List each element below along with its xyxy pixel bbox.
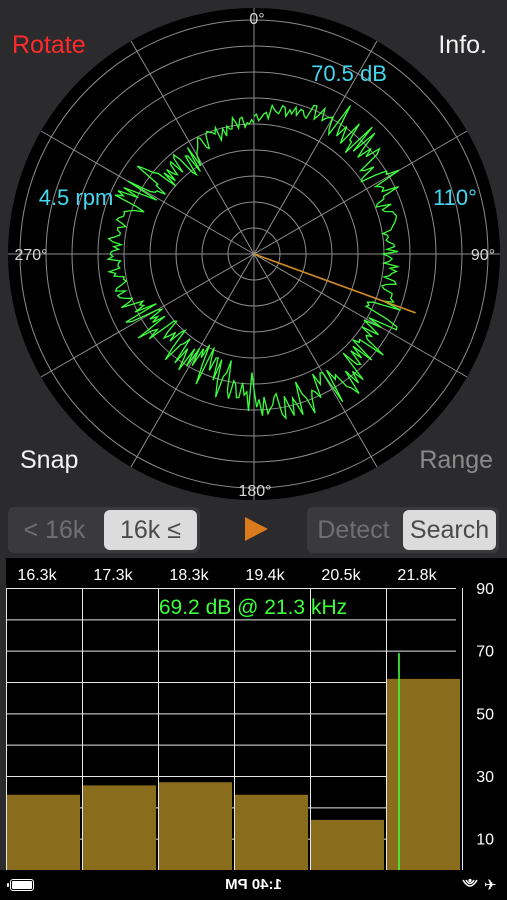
level-labels: 90 70 50 30 10 bbox=[476, 581, 494, 849]
sound-level-readout: 70.5 dB bbox=[311, 61, 387, 86]
frequency-label: 20.5k bbox=[321, 567, 361, 584]
frequency-label: 19.4k bbox=[245, 567, 285, 584]
spectrum-bar bbox=[311, 819, 384, 870]
angle-label-90: 90° bbox=[471, 247, 495, 264]
frequency-range-toggle: < 16k 16k ≤ bbox=[8, 507, 200, 553]
level-label: 30 bbox=[476, 769, 494, 786]
status-time: 1:40 PM bbox=[225, 876, 282, 893]
mode-toggle: Detect Search bbox=[307, 507, 499, 553]
airplane-icon: ✈ bbox=[484, 877, 497, 894]
wifi-icon bbox=[462, 878, 478, 887]
level-label: 70 bbox=[476, 644, 494, 661]
frequency-label: 21.8k bbox=[397, 567, 437, 584]
level-label: 50 bbox=[476, 706, 494, 723]
spectrum-bar bbox=[235, 794, 308, 870]
angle-label-180: 180° bbox=[238, 483, 271, 500]
polar-plot: 0° 90° 180° 270° 70.5 dB 4.5 rpm 110° bbox=[8, 8, 500, 500]
snap-button[interactable]: Snap bbox=[20, 446, 78, 475]
frequency-label: 16.3k bbox=[17, 567, 57, 584]
polar-plot-area: 0° 90° 180° 270° 70.5 dB 4.5 rpm 110° Ro… bbox=[0, 0, 507, 505]
play-triangle-icon[interactable] bbox=[241, 514, 271, 544]
angle-label-0: 0° bbox=[249, 11, 264, 28]
above-16k-option[interactable]: 16k ≤ bbox=[104, 510, 197, 550]
detect-option[interactable]: Detect bbox=[307, 507, 400, 553]
frequency-label: 17.3k bbox=[93, 567, 133, 584]
below-16k-option[interactable]: < 16k bbox=[8, 507, 101, 553]
status-bar: 1:40 PM ✈ bbox=[0, 870, 507, 900]
spectrum-bar bbox=[387, 678, 460, 870]
info-button[interactable]: Info. bbox=[438, 31, 487, 60]
spectrum-chart: 16.3k 17.3k 18.3k 19.4k 20.5k 21.8k 90 70 50 30 1… bbox=[6, 567, 494, 870]
spectrum-bar bbox=[159, 782, 232, 870]
range-button[interactable]: Range bbox=[419, 446, 493, 475]
peak-readout: 69.2 dB @ 21.3 kHz bbox=[159, 596, 347, 619]
spectrum-bar bbox=[83, 785, 156, 870]
rotation-speed-readout: 4.5 rpm bbox=[39, 185, 114, 210]
angle-label-270: 270° bbox=[14, 247, 47, 264]
rotate-button[interactable]: Rotate bbox=[12, 31, 86, 60]
spectrum-bars bbox=[7, 678, 460, 870]
search-option[interactable]: Search bbox=[403, 510, 496, 550]
level-label: 90 bbox=[476, 581, 494, 598]
frequency-labels: 16.3k 17.3k 18.3k 19.4k 20.5k 21.8k bbox=[17, 567, 437, 584]
level-label: 10 bbox=[476, 832, 494, 849]
spectrum-chart-area: 16.3k 17.3k 18.3k 19.4k 20.5k 21.8k 90 70 50 30 1… bbox=[6, 558, 507, 870]
frequency-label: 18.3k bbox=[169, 567, 209, 584]
spectrum-bar bbox=[7, 794, 80, 870]
angle-readout: 110° bbox=[433, 185, 477, 210]
